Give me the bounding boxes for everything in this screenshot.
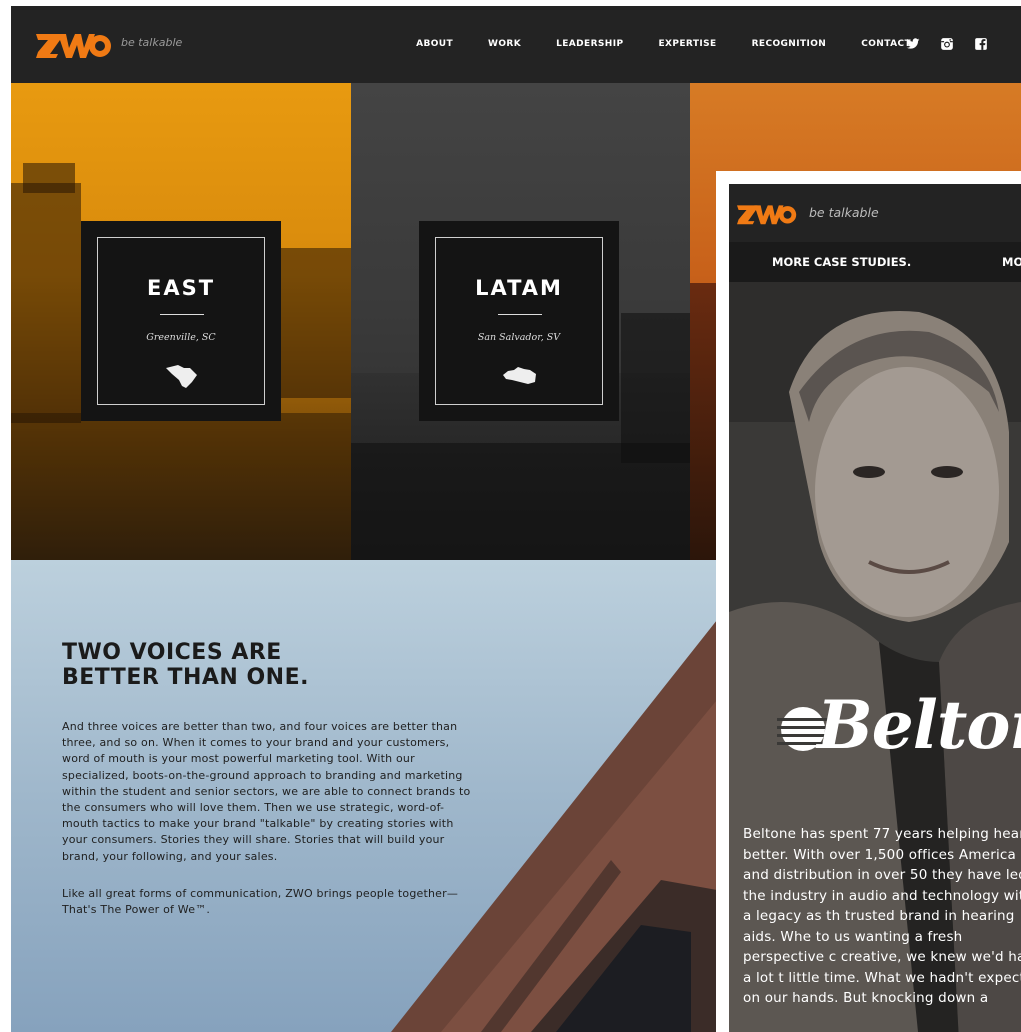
about-section: TWO VOICES ARE BETTER THAN ONE. And thre… — [11, 560, 717, 1032]
case-study-header: be talkable — [729, 184, 1021, 242]
east-location-panel[interactable]: EAST Greenville, SC — [11, 83, 351, 560]
about-paragraph-1: And three voices are better than two, an… — [62, 720, 471, 863]
tagline: be talkable — [809, 205, 879, 220]
case-study-description: Beltone has spent 77 years helping hear … — [743, 826, 1021, 1006]
about-paragraph-2: Like all great forms of communication, Z… — [62, 887, 459, 917]
latam-location-panel[interactable]: LATAM San Salvador, SV — [351, 83, 690, 560]
nav-leadership[interactable]: LEADERSHIP — [556, 39, 623, 49]
about-heading: TWO VOICES ARE BETTER THAN ONE. — [62, 640, 309, 690]
nav-about[interactable]: ABOUT — [416, 39, 453, 49]
zwo-logo[interactable] — [737, 202, 797, 226]
facebook-icon[interactable] — [974, 37, 988, 51]
location-title: EAST — [146, 276, 216, 300]
south-carolina-map-icon — [166, 365, 197, 388]
zwo-logo[interactable] — [36, 30, 112, 60]
el-salvador-map-icon — [503, 367, 536, 384]
nav-work[interactable]: WORK — [488, 39, 521, 49]
nav-expertise[interactable]: EXPERTISE — [658, 39, 716, 49]
nav-contact[interactable]: CONTACT — [861, 39, 911, 49]
location-title: LATAM — [475, 276, 563, 300]
social-links — [906, 37, 988, 51]
instagram-icon[interactable] — [940, 37, 954, 51]
more-case-studies-link[interactable]: MORE CASE STUDIES. — [772, 255, 911, 269]
east-location-card[interactable]: EAST Greenville, SC — [81, 221, 281, 421]
latam-location-card[interactable]: LATAM San Salvador, SV — [419, 221, 619, 421]
location-city: Greenville, SC — [146, 332, 216, 343]
twitter-icon[interactable] — [906, 37, 920, 51]
nav-recognition[interactable]: RECOGNITION — [752, 39, 827, 49]
tagline: be talkable — [121, 36, 183, 49]
page: be talkable ABOUT WORK LEADERSHIP EXPERT… — [11, 6, 1021, 1032]
site-header: be talkable ABOUT WORK LEADERSHIP EXPERT… — [11, 6, 1021, 83]
main-nav: ABOUT WORK LEADERSHIP EXPERTISE RECOGNIT… — [416, 39, 911, 49]
case-study-bar: MORE CASE STUDIES. MO — [729, 242, 1021, 282]
more-link[interactable]: MO — [1002, 255, 1021, 269]
location-city: San Salvador, SV — [477, 332, 561, 343]
case-study-window: be talkable MORE CASE STUDIES. MO Belto … — [716, 171, 1021, 1032]
client-logo: Belton — [817, 686, 1021, 764]
